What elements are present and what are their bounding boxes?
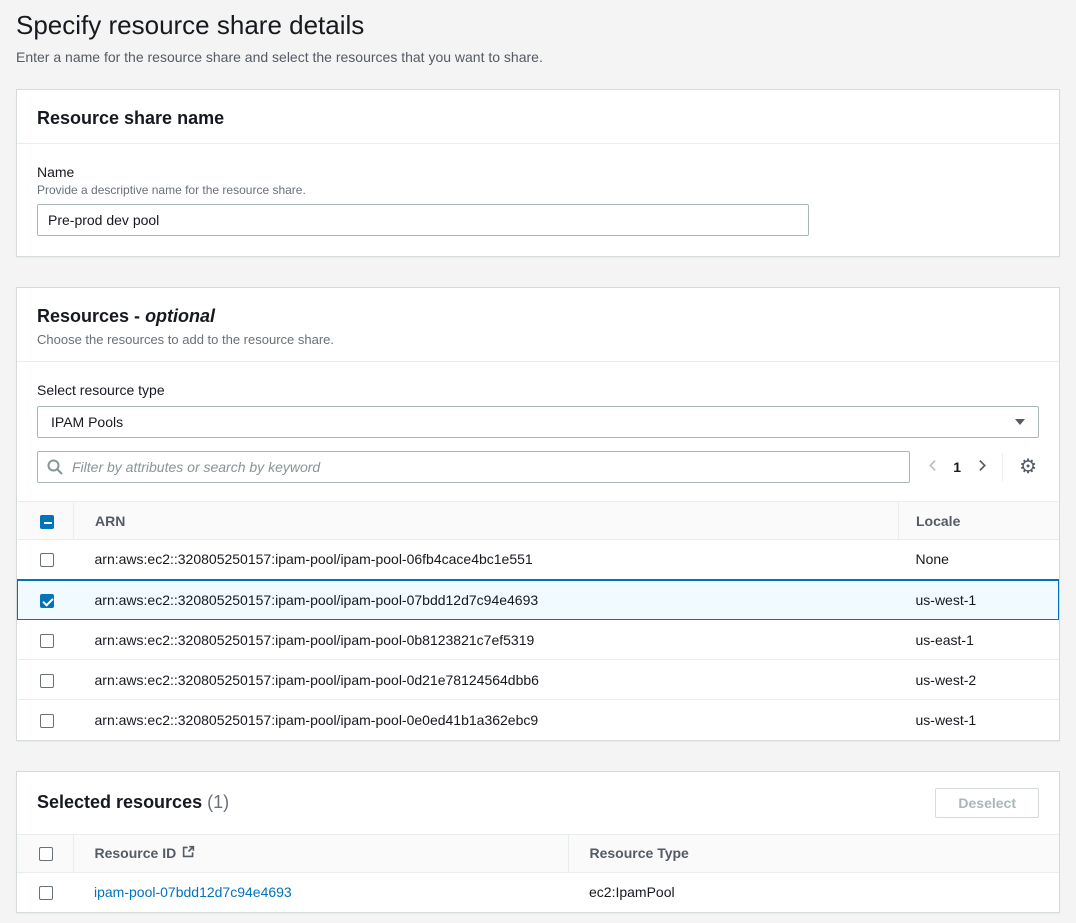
locale-cell: us-west-1 (899, 700, 1059, 740)
page-subtitle: Enter a name for the resource share and … (16, 49, 1060, 65)
arn-column-header: ARN (74, 502, 899, 540)
filter-input[interactable] (37, 451, 910, 483)
locale-cell: us-west-1 (899, 580, 1059, 620)
arn-table-row[interactable]: arn:aws:ec2::320805250157:ipam-pool/ipam… (18, 700, 1059, 740)
arn-table-row[interactable]: arn:aws:ec2::320805250157:ipam-pool/ipam… (18, 540, 1059, 580)
arn-cell: arn:aws:ec2::320805250157:ipam-pool/ipam… (74, 620, 899, 660)
selected-count: (1) (207, 792, 229, 812)
page-title: Specify resource share details (16, 10, 1060, 41)
arn-cell: arn:aws:ec2::320805250157:ipam-pool/ipam… (74, 580, 899, 620)
chevron-right-icon (975, 459, 988, 475)
locale-cell: us-west-2 (899, 660, 1059, 700)
row-checkbox[interactable] (40, 594, 54, 608)
arn-table-header-row: ARN Locale (18, 502, 1059, 540)
name-card-body: Name Provide a descriptive name for the … (17, 144, 1059, 256)
locale-cell: None (899, 540, 1059, 580)
resources-tools: Select resource type IPAM Pools (17, 362, 1059, 501)
resource-share-name-card: Resource share name Name Provide a descr… (16, 89, 1060, 257)
select-all-checkbox[interactable] (40, 515, 54, 529)
name-label: Name (37, 164, 1039, 180)
deselect-button[interactable]: Deselect (935, 788, 1039, 818)
external-link-icon (182, 845, 195, 861)
arn-table-body: arn:aws:ec2::320805250157:ipam-pool/ipam… (18, 540, 1059, 740)
resource-type-column-header: Resource Type (568, 834, 1059, 872)
row-checkbox[interactable] (40, 674, 54, 688)
name-card-title: Resource share name (37, 108, 1039, 129)
chevron-left-icon (927, 459, 940, 475)
resource-id-link[interactable]: ipam-pool-07bdd12d7c94e4693 (94, 884, 292, 900)
selected-table-row[interactable]: ipam-pool-07bdd12d7c94e4693 ec2:IpamPool (17, 872, 1059, 912)
row-checkbox[interactable] (40, 714, 54, 728)
arn-cell: arn:aws:ec2::320805250157:ipam-pool/ipam… (74, 700, 899, 740)
search-icon (47, 459, 63, 480)
selected-table: Resource ID Resource Type (17, 834, 1059, 913)
arn-table-row[interactable]: arn:aws:ec2::320805250157:ipam-pool/ipam… (18, 660, 1059, 700)
name-hint: Provide a descriptive name for the resou… (37, 183, 1039, 197)
selected-resources-card: Selected resources (1) Deselect Resource… (16, 771, 1060, 914)
selected-select-all-checkbox[interactable] (39, 847, 53, 861)
resources-card-description: Choose the resources to add to the resou… (37, 332, 1039, 347)
locale-column-header: Locale (899, 502, 1059, 540)
resource-type-select[interactable]: IPAM Pools (37, 406, 1039, 438)
resource-type-label: Select resource type (37, 382, 1039, 398)
selected-table-body: ipam-pool-07bdd12d7c94e4693 ec2:IpamPool (17, 872, 1059, 912)
selected-table-header-row: Resource ID Resource Type (17, 834, 1059, 872)
settings-gear-icon[interactable]: ⚙ (1002, 453, 1039, 481)
arn-cell: arn:aws:ec2::320805250157:ipam-pool/ipam… (74, 540, 899, 580)
previous-page-button[interactable] (920, 453, 946, 481)
selected-card-header: Selected resources (1) Deselect (17, 772, 1059, 834)
name-input[interactable] (37, 204, 809, 236)
resource-type-cell: ec2:IpamPool (568, 872, 1059, 912)
selected-title-text: Selected resources (37, 792, 202, 812)
arn-cell: arn:aws:ec2::320805250157:ipam-pool/ipam… (74, 660, 899, 700)
arn-table-row[interactable]: arn:aws:ec2::320805250157:ipam-pool/ipam… (18, 580, 1059, 620)
arn-table-row[interactable]: arn:aws:ec2::320805250157:ipam-pool/ipam… (18, 620, 1059, 660)
row-checkbox[interactable] (39, 886, 53, 900)
arn-table: ARN Locale arn:aws:ec2::320805250157:ipa… (17, 501, 1059, 740)
name-card-header: Resource share name (17, 90, 1059, 144)
resource-id-column-header: Resource ID (95, 845, 177, 861)
locale-cell: us-east-1 (899, 620, 1059, 660)
resources-title-optional: optional (145, 306, 215, 326)
row-checkbox[interactable] (40, 634, 54, 648)
resources-card: Resources - optional Choose the resource… (16, 287, 1060, 741)
chevron-down-icon (1015, 419, 1025, 425)
next-page-button[interactable] (968, 453, 994, 481)
row-checkbox[interactable] (40, 553, 54, 567)
filter-wrap (37, 451, 910, 483)
filter-row: 1 ⚙ (37, 451, 1039, 483)
resources-card-header: Resources - optional Choose the resource… (17, 288, 1059, 362)
current-page-number: 1 (946, 459, 968, 475)
selected-card-title: Selected resources (1) (37, 792, 229, 813)
page: Specify resource share details Enter a n… (0, 0, 1076, 913)
resource-type-selected-value: IPAM Pools (51, 414, 123, 430)
resources-card-title: Resources - optional (37, 306, 1039, 327)
resources-title-text: Resources - (37, 306, 140, 326)
